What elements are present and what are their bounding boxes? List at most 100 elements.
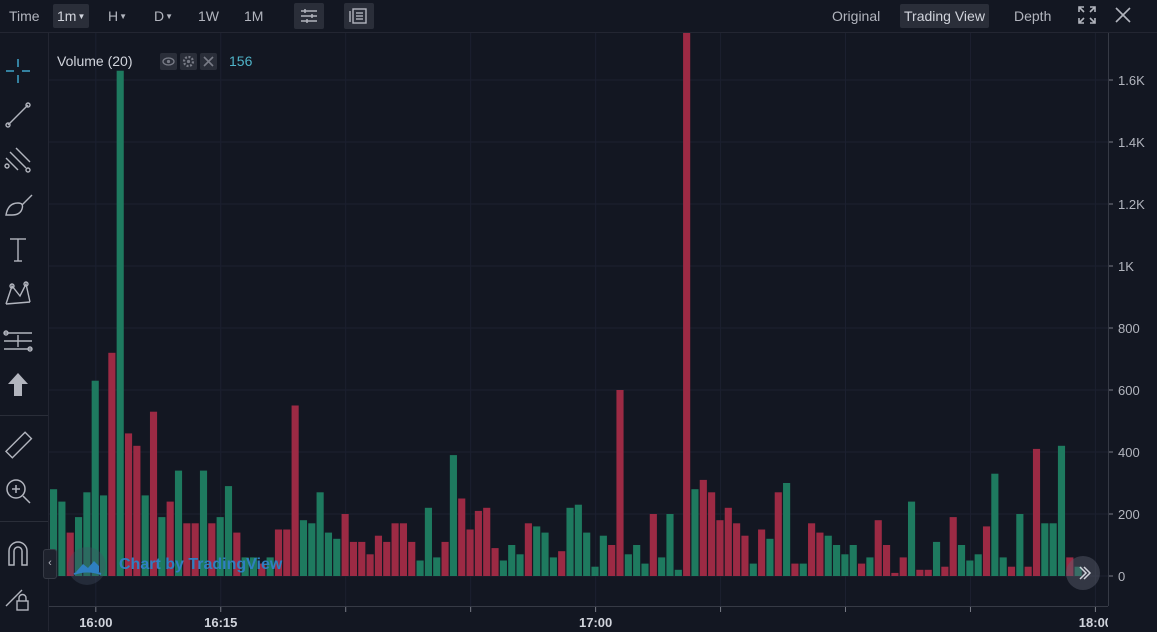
volume-bar[interactable] <box>533 526 541 576</box>
volume-bar[interactable] <box>974 554 982 576</box>
indicators-button[interactable] <box>344 3 374 29</box>
volume-bar[interactable] <box>883 545 891 576</box>
volume-bar[interactable] <box>791 563 799 576</box>
scroll-to-realtime-button[interactable] <box>1066 556 1100 590</box>
volume-bar[interactable] <box>899 557 907 576</box>
volume-bar[interactable] <box>574 504 582 576</box>
volume-bar[interactable] <box>941 566 949 576</box>
volume-bar[interactable] <box>991 473 999 576</box>
volume-bar[interactable] <box>333 538 341 576</box>
volume-bar[interactable] <box>1032 448 1041 576</box>
volume-bar[interactable] <box>324 532 333 576</box>
volume-bar[interactable] <box>383 541 391 576</box>
volume-bar[interactable] <box>408 541 416 576</box>
volume-bar[interactable] <box>466 529 474 577</box>
volume-bar[interactable] <box>833 545 841 576</box>
crosshair-icon[interactable] <box>2 55 34 87</box>
volume-bar[interactable] <box>841 554 849 576</box>
volume-bar[interactable] <box>1007 566 1016 576</box>
volume-bar[interactable] <box>341 514 349 576</box>
volume-bar[interactable] <box>349 541 358 576</box>
close-icon[interactable] <box>1113 5 1133 29</box>
volume-bar[interactable] <box>874 520 882 576</box>
volume-bar[interactable] <box>766 538 774 576</box>
volume-bar[interactable] <box>691 489 699 576</box>
volume-bar[interactable] <box>799 563 807 576</box>
volume-bar[interactable] <box>433 557 441 576</box>
volume-bar[interactable] <box>491 548 499 576</box>
interval-1w[interactable]: 1W <box>198 4 219 28</box>
volume-bar[interactable] <box>966 560 974 577</box>
volume-bar[interactable] <box>424 507 432 576</box>
volume-chart[interactable] <box>49 33 1108 606</box>
remove-icon[interactable] <box>200 53 217 70</box>
time-axis[interactable]: 16:00 16:15 17:00 18:00 <box>49 606 1108 632</box>
volume-bar[interactable] <box>924 569 932 576</box>
volume-bar[interactable] <box>358 541 366 576</box>
volume-bar[interactable] <box>641 563 649 576</box>
fib-icon[interactable] <box>2 324 34 356</box>
volume-bar[interactable] <box>499 560 507 577</box>
volume-bar[interactable] <box>58 501 66 576</box>
volume-bar[interactable] <box>999 557 1007 576</box>
volume-bar[interactable] <box>583 532 591 576</box>
volume-bar[interactable] <box>866 557 874 576</box>
volume-bar[interactable] <box>649 514 657 576</box>
volume-bar[interactable] <box>441 541 449 576</box>
volume-bar[interactable] <box>1041 523 1049 576</box>
volume-bar[interactable] <box>957 545 966 576</box>
volume-bar[interactable] <box>449 455 457 576</box>
interval-d[interactable]: D▼ <box>154 4 173 28</box>
volume-bar[interactable] <box>1049 523 1057 576</box>
volume-bar[interactable] <box>858 563 866 576</box>
volume-bar[interactable] <box>374 535 382 576</box>
volume-bar[interactable] <box>524 523 532 576</box>
volume-bar[interactable] <box>916 569 924 576</box>
view-original[interactable]: Original <box>832 4 880 28</box>
volume-bar[interactable] <box>724 507 732 576</box>
volume-bar[interactable] <box>907 501 916 576</box>
magnet-icon[interactable] <box>2 537 34 569</box>
volume-bar[interactable] <box>124 433 133 576</box>
arrow-up-icon[interactable] <box>2 369 34 401</box>
volume-bar[interactable] <box>149 411 158 576</box>
volume-bar[interactable] <box>658 557 666 576</box>
volume-bar[interactable] <box>932 541 941 576</box>
volume-bar[interactable] <box>816 532 824 576</box>
volume-bar[interactable] <box>749 563 757 576</box>
volume-bar[interactable] <box>458 498 466 577</box>
volume-bar[interactable] <box>741 535 749 576</box>
volume-bar[interactable] <box>483 507 491 576</box>
volume-bar[interactable] <box>708 492 716 576</box>
volume-bar[interactable] <box>108 352 116 576</box>
volume-bar[interactable] <box>541 532 549 576</box>
view-depth[interactable]: Depth <box>1014 4 1051 28</box>
ruler-icon[interactable] <box>2 429 34 461</box>
volume-bar[interactable] <box>808 523 816 576</box>
zoom-icon[interactable] <box>2 475 34 507</box>
volume-bar[interactable] <box>783 483 791 576</box>
volume-bar[interactable] <box>391 523 399 576</box>
volume-bar[interactable] <box>716 520 724 576</box>
volume-bar[interactable] <box>674 569 682 576</box>
volume-bar[interactable] <box>416 560 424 577</box>
interval-1m[interactable]: 1m▼ <box>53 4 90 28</box>
brush-icon[interactable] <box>2 189 34 221</box>
volume-bar[interactable] <box>616 390 624 576</box>
interval-h[interactable]: H▼ <box>108 4 127 28</box>
volume-bar[interactable] <box>299 520 308 576</box>
price-axis[interactable]: 0 200 400 600 800 1K 1.2K 1.4K 1.6K <box>1108 33 1157 606</box>
volume-bar[interactable] <box>774 492 782 576</box>
volume-bar[interactable] <box>399 523 407 576</box>
volume-bar[interactable] <box>949 517 957 576</box>
volume-bar[interactable] <box>824 535 832 576</box>
volume-bar[interactable] <box>733 523 741 576</box>
volume-bar[interactable] <box>591 566 599 576</box>
volume-bar[interactable] <box>1024 566 1032 576</box>
volume-bar[interactable] <box>1057 445 1066 576</box>
volume-bar[interactable] <box>549 557 557 576</box>
lock-icon[interactable] <box>2 582 34 614</box>
volume-bar[interactable] <box>758 529 766 577</box>
fullscreen-icon[interactable] <box>1077 5 1097 29</box>
view-trading-view[interactable]: Trading View <box>900 4 989 28</box>
